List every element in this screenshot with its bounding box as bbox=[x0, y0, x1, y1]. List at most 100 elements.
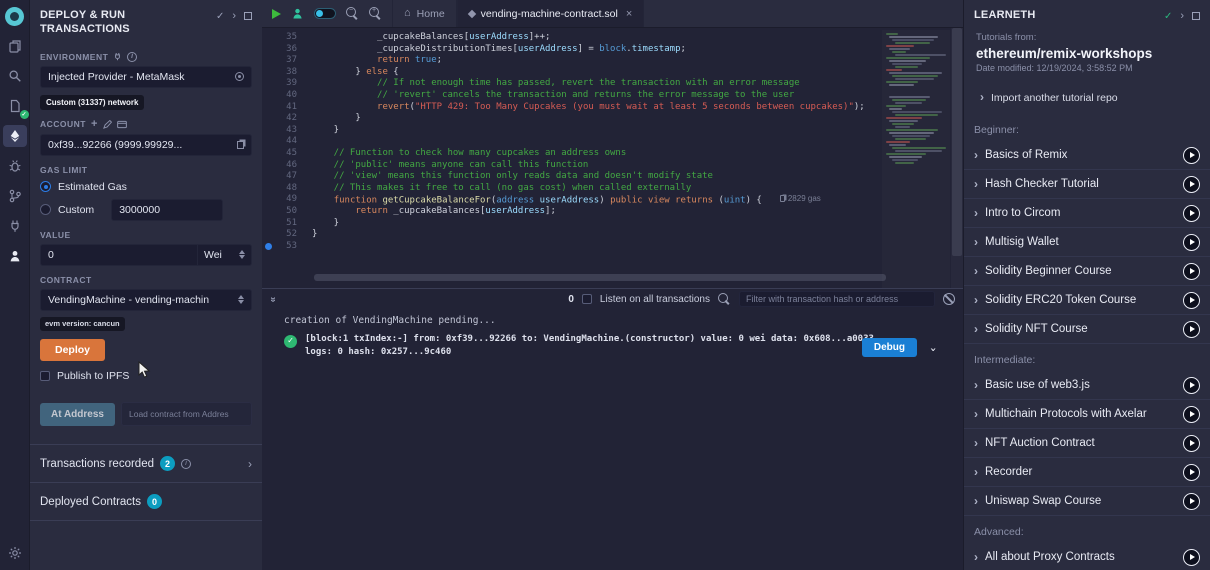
code-line: 50 return _cupcakeBalances[userAddress]; bbox=[262, 206, 963, 218]
clear-console-icon[interactable] bbox=[943, 293, 955, 305]
tutorial-item[interactable]: ›Basics of Remix bbox=[964, 141, 1210, 170]
zoom-in-icon[interactable]: + bbox=[369, 7, 382, 20]
play-icon[interactable] bbox=[1183, 493, 1200, 510]
wallet-icon[interactable] bbox=[117, 120, 127, 129]
import-tutorial-link[interactable]: › Import another tutorial repo bbox=[964, 79, 1210, 114]
tutorial-item[interactable]: ›Solidity NFT Course bbox=[964, 315, 1210, 344]
zoom-out-icon[interactable]: − bbox=[346, 7, 359, 20]
chevron-right-icon: › bbox=[974, 465, 978, 479]
tutorial-item[interactable]: ›Recorder bbox=[964, 458, 1210, 487]
play-icon[interactable] bbox=[1183, 549, 1200, 566]
listen-all-transactions-checkbox[interactable] bbox=[582, 294, 592, 304]
account-select[interactable]: 0xf39...92266 (9999.99929... bbox=[40, 134, 252, 156]
search-icon[interactable] bbox=[3, 65, 27, 87]
chevron-right-icon: › bbox=[974, 322, 978, 336]
terminal-toolbar: » 0 Listen on all transactions bbox=[262, 288, 963, 310]
unit-testing-icon[interactable] bbox=[3, 185, 27, 207]
play-icon[interactable] bbox=[1183, 435, 1200, 452]
learneth-plugin-icon[interactable] bbox=[3, 245, 27, 267]
solidity-compiler-icon[interactable]: ✓ bbox=[3, 95, 27, 117]
transactions-info-icon[interactable]: i bbox=[181, 459, 191, 469]
deployed-contracts-label: Deployed Contracts bbox=[40, 496, 141, 508]
tutorial-item[interactable]: ›Solidity Beginner Course bbox=[964, 257, 1210, 286]
value-input[interactable] bbox=[40, 244, 198, 266]
transactions-recorded-row[interactable]: Transactions recorded 2 i › bbox=[30, 445, 262, 483]
vertical-scrollbar[interactable] bbox=[951, 28, 963, 288]
tx-expand-icon[interactable]: › bbox=[927, 346, 940, 353]
play-icon[interactable] bbox=[1183, 377, 1200, 394]
network-badge: Custom (31337) network bbox=[40, 95, 144, 110]
tutorial-item[interactable]: ›Multichain Protocols with Axelar bbox=[964, 400, 1210, 429]
tutorial-item-label: Hash Checker Tutorial bbox=[985, 178, 1176, 190]
deploy-run-icon[interactable] bbox=[3, 125, 27, 147]
panel-collapse-icon[interactable]: › bbox=[232, 10, 236, 22]
play-icon[interactable] bbox=[1183, 234, 1200, 251]
play-icon[interactable] bbox=[1183, 263, 1200, 280]
tutorial-item[interactable]: ›All about Proxy Contracts bbox=[964, 543, 1210, 570]
play-icon[interactable] bbox=[1183, 292, 1200, 309]
chevron-right-icon: › bbox=[980, 90, 984, 104]
play-icon[interactable] bbox=[1183, 147, 1200, 164]
tutorials-date-modified: Date modified: 12/19/2024, 3:58:52 PM bbox=[976, 63, 1198, 73]
copy-account-icon[interactable] bbox=[237, 141, 244, 149]
run-script-icon[interactable] bbox=[272, 9, 281, 19]
environment-settings-icon[interactable] bbox=[235, 72, 244, 81]
play-icon[interactable] bbox=[1183, 176, 1200, 193]
estimated-gas-radio[interactable] bbox=[40, 181, 51, 192]
custom-gas-input[interactable] bbox=[111, 199, 223, 221]
play-icon[interactable] bbox=[1183, 205, 1200, 222]
code-editor[interactable]: 35 _cupcakeBalances[userAddress]++;36 _c… bbox=[262, 28, 963, 288]
sign-message-icon[interactable] bbox=[103, 120, 112, 129]
contract-select[interactable]: VendingMachine - vending-machin bbox=[40, 289, 252, 311]
deploy-button[interactable]: Deploy bbox=[40, 339, 105, 361]
remix-logo[interactable] bbox=[3, 5, 27, 27]
environment-info-icon[interactable]: i bbox=[127, 52, 137, 62]
gas-limit-label: GAS LIMIT bbox=[40, 165, 87, 175]
add-account-icon[interactable]: + bbox=[91, 119, 98, 130]
file-explorer-icon[interactable] bbox=[3, 35, 27, 57]
learneth-collapse-icon[interactable]: › bbox=[1180, 10, 1184, 22]
settings-icon[interactable] bbox=[3, 542, 27, 564]
tutorial-item-label: Multichain Protocols with Axelar bbox=[985, 408, 1176, 420]
editor-toolbar: − + ⌂ Home vending-machine-contract.sol … bbox=[262, 0, 963, 28]
tutorial-item-label: All about Proxy Contracts bbox=[985, 551, 1176, 563]
tab-home[interactable]: ⌂ Home bbox=[392, 0, 457, 27]
play-icon[interactable] bbox=[1183, 406, 1200, 423]
panel-title: DEPLOY & RUN TRANSACTIONS bbox=[40, 8, 216, 37]
tutorial-item[interactable]: ›Intro to Circom bbox=[964, 199, 1210, 228]
close-tab-icon[interactable]: × bbox=[626, 8, 632, 20]
assistant-icon[interactable] bbox=[291, 7, 304, 20]
at-address-button[interactable]: At Address bbox=[40, 403, 115, 426]
tutorial-item[interactable]: ›Basic use of web3.js bbox=[964, 371, 1210, 400]
tab-vending-machine-contract[interactable]: vending-machine-contract.sol × bbox=[457, 0, 645, 27]
tutorial-item[interactable]: ›Hash Checker Tutorial bbox=[964, 170, 1210, 199]
value-unit-select[interactable]: Wei bbox=[198, 244, 252, 266]
at-address-input[interactable] bbox=[121, 402, 252, 426]
debug-button[interactable]: Debug bbox=[862, 338, 917, 357]
breakpoint-dot[interactable] bbox=[265, 243, 272, 250]
terminal-filter-input[interactable] bbox=[739, 291, 935, 307]
horizontal-scrollbar[interactable] bbox=[314, 274, 886, 281]
learneth-popout-icon[interactable] bbox=[1192, 12, 1200, 20]
debugger-icon[interactable] bbox=[3, 155, 27, 177]
custom-gas-radio[interactable] bbox=[40, 204, 51, 215]
copilot-toggle[interactable] bbox=[314, 8, 336, 19]
environment-select[interactable]: Injected Provider - MetaMask bbox=[40, 66, 252, 88]
plugin-manager-icon[interactable] bbox=[3, 215, 27, 237]
tutorial-item[interactable]: ›Multisig Wallet bbox=[964, 228, 1210, 257]
code-lines: 35 _cupcakeBalances[userAddress]++;36 _c… bbox=[262, 32, 963, 252]
plug-icon bbox=[113, 52, 122, 61]
panel-popout-icon[interactable] bbox=[244, 12, 252, 20]
deployed-contracts-row[interactable]: Deployed Contracts 0 bbox=[30, 483, 262, 521]
code-line: 43 } bbox=[262, 125, 963, 137]
tutorial-item[interactable]: ›Uniswap Swap Course bbox=[964, 487, 1210, 516]
transactions-expand-icon[interactable]: › bbox=[248, 457, 252, 471]
play-icon[interactable] bbox=[1183, 464, 1200, 481]
tutorial-item[interactable]: ›NFT Auction Contract bbox=[964, 429, 1210, 458]
publish-ipfs-checkbox[interactable] bbox=[40, 371, 50, 381]
tutorial-item[interactable]: ›Solidity ERC20 Token Course bbox=[964, 286, 1210, 315]
play-icon[interactable] bbox=[1183, 321, 1200, 338]
terminal-search-icon[interactable] bbox=[718, 293, 731, 306]
minimap[interactable] bbox=[882, 30, 950, 288]
terminal-expand-icon[interactable]: » bbox=[267, 296, 278, 302]
